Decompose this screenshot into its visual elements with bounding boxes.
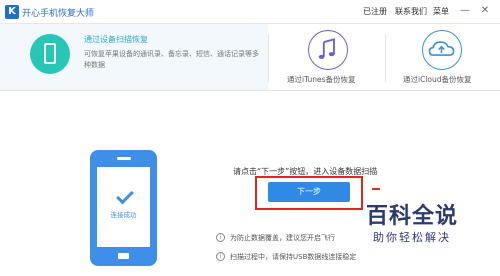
mode-device-title: 通过设备扫描恢复 — [84, 35, 148, 44]
next-step-button[interactable]: 下一步 — [268, 182, 350, 202]
annotation-mark — [372, 188, 380, 190]
device-screen: 连接成功 — [97, 167, 150, 247]
close-button[interactable]: ✕ — [478, 3, 492, 19]
contact-us-link[interactable]: 联系我们 — [395, 6, 427, 17]
watermark-title: 百科全说 — [366, 204, 459, 229]
mode-device-description: 可恢复苹果设备的通讯录、备忘录、短信、通话记录等多种数据 — [84, 50, 259, 69]
note-usb-connection: 扫描过程中，请保持USB数据线连接稳定 — [230, 253, 357, 261]
app-logo-icon: K — [5, 5, 19, 19]
info-icon: i — [216, 252, 225, 261]
phone-icon — [30, 34, 70, 74]
home-button-icon — [118, 253, 129, 259]
watermark-subtitle: 助你轻松解决 — [373, 231, 451, 244]
connection-status: 连接成功 — [110, 211, 137, 219]
device-illustration: 连接成功 — [90, 150, 157, 266]
mode-itunes-label[interactable]: 通过iTunes备份恢复 — [287, 74, 356, 85]
mode-device-scan[interactable]: 通过设备扫描恢复 可恢复苹果设备的通讯录、备忘录、短信、通话记录等多种数据 — [0, 24, 268, 90]
divider — [268, 34, 269, 82]
cloud-icon[interactable] — [422, 30, 462, 70]
title-bar: K 开心手机恢复大师 已注册 联系我们 菜单 — ✕ — [0, 0, 500, 24]
menu-link[interactable]: 菜单 — [433, 6, 449, 17]
info-icon: i — [216, 233, 225, 242]
checkmark-icon — [116, 186, 134, 205]
phone-outline — [44, 43, 56, 64]
divider — [385, 34, 386, 82]
speaker-bar — [117, 157, 131, 160]
recovery-mode-bar: 通过设备扫描恢复 可恢复苹果设备的通讯录、备忘录、短信、通话记录等多种数据 通过… — [0, 24, 500, 91]
registered-link[interactable]: 已注册 — [363, 6, 387, 17]
minimize-button[interactable]: — — [458, 3, 472, 19]
music-note-icon[interactable] — [308, 30, 348, 70]
note-airplane-mode: 为防止数据覆盖，建议您开启飞行 — [230, 234, 335, 242]
mode-icloud-label[interactable]: 通过iCloud备份恢复 — [403, 74, 472, 85]
music-note-svg — [318, 38, 335, 59]
cloud-svg — [428, 41, 455, 56]
app-title: 开心手机恢复大师 — [22, 9, 95, 19]
